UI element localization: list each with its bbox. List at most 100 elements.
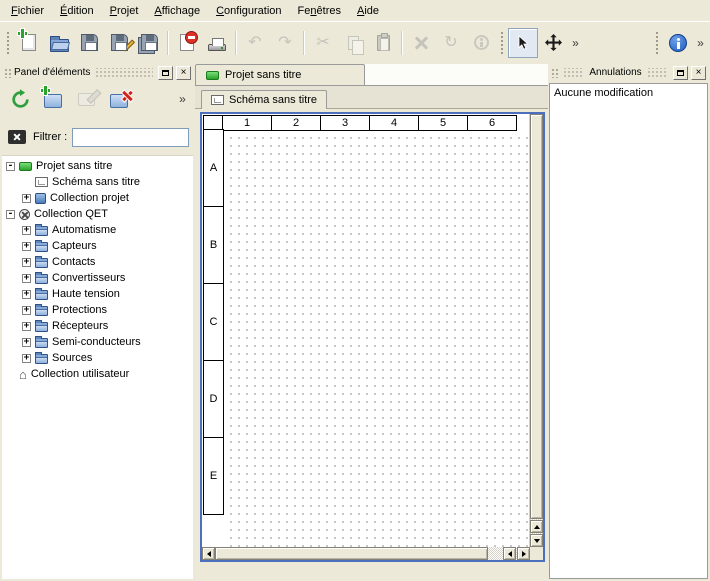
float-panel-button[interactable] (158, 66, 173, 80)
tree-item-semi-conducteurs[interactable]: +Semi-conducteurs (2, 334, 193, 350)
elements-panel-titlebar[interactable]: Panel d'éléments × (2, 64, 193, 81)
delete-element-button[interactable] (104, 84, 134, 114)
toolbar-overflow-button-2[interactable]: » (693, 28, 708, 58)
menu-affichage[interactable]: Affichage (146, 0, 208, 21)
column-header: 1 (222, 115, 272, 131)
row-header: E (203, 437, 224, 515)
toolbar-grip[interactable] (5, 30, 11, 56)
toolbar-overflow-button[interactable]: » (568, 28, 583, 58)
diagram-canvas[interactable]: 1 2 3 4 5 6 A B C D E (202, 114, 530, 547)
close-file-button[interactable] (172, 28, 202, 58)
tree-item-collection-projet[interactable]: +Collection projet (2, 190, 193, 206)
copy-button[interactable] (338, 28, 368, 58)
scroll-right-button[interactable] (517, 547, 530, 560)
tree-expander[interactable]: + (22, 194, 31, 203)
tree-item-convertisseurs[interactable]: + Convertisseurs (2, 270, 193, 286)
panel-toolbar-overflow-button[interactable]: » (175, 84, 190, 114)
element-info-button[interactable] (466, 28, 496, 58)
reload-collections-button[interactable] (5, 84, 35, 114)
tree-item-haute-tension[interactable]: + Haute tension (2, 286, 193, 302)
close-panel-button[interactable]: × (691, 66, 706, 80)
about-button[interactable] (663, 28, 693, 58)
tree-expander[interactable]: - (6, 162, 15, 171)
tree-expander[interactable]: + (22, 306, 31, 315)
tree-item-projet-sans-titre[interactable]: -Projet sans titre (2, 158, 193, 174)
scroll-down-button[interactable] (530, 534, 543, 547)
move-tool-button[interactable] (538, 28, 568, 58)
tree-item-recepteurs[interactable]: + Récepteurs (2, 318, 193, 334)
save-as-icon (111, 34, 128, 51)
scroll-down-icon (534, 539, 540, 543)
tree-item-contacts[interactable]: +Contacts (2, 254, 193, 270)
scroll-left-button[interactable] (202, 547, 215, 560)
undo-panel-titlebar[interactable]: Annulations × (549, 64, 708, 81)
scroll-up-button[interactable] (530, 520, 543, 533)
cut-button[interactable]: ✂ (308, 28, 338, 58)
elements-tree: -Projet sans titre Schéma sans titre +Co… (2, 155, 193, 579)
filter-row: Filtrer : (2, 126, 193, 148)
print-button[interactable] (202, 28, 232, 58)
menu-projet[interactable]: Projet (102, 0, 147, 21)
tree-expander[interactable]: + (22, 322, 31, 331)
save-all-button[interactable] (134, 28, 164, 58)
toolbar-grip[interactable] (654, 30, 660, 56)
tree-item-label: Haute tension (52, 288, 120, 300)
filter-input[interactable] (72, 128, 189, 147)
cursor-arrow-icon (515, 35, 531, 51)
tree-item-capteurs[interactable]: +Capteurs (2, 238, 193, 254)
undo-history-list[interactable]: Aucune modification (549, 83, 708, 579)
edit-element-button[interactable] (71, 84, 101, 114)
menu-label: Fe (298, 5, 311, 17)
menu-fenetres[interactable]: Fenêtres (290, 0, 349, 21)
float-icon (162, 70, 169, 76)
new-file-button[interactable] (14, 28, 44, 58)
tree-expander[interactable]: + (22, 274, 31, 283)
save-as-button[interactable] (104, 28, 134, 58)
tab-projet-sans-titre[interactable]: Projet sans titre (195, 64, 365, 85)
paste-button[interactable] (368, 28, 398, 58)
menu-configuration[interactable]: Configuration (208, 0, 289, 21)
scroll-left-button-2[interactable] (503, 547, 516, 560)
vertical-scrollbar-thumb[interactable] (530, 114, 543, 519)
close-file-icon (180, 34, 194, 51)
delete-button[interactable] (406, 28, 436, 58)
tab-schema-sans-titre[interactable]: Schéma sans titre (201, 90, 327, 109)
tree-item-schema-sans-titre[interactable]: Schéma sans titre (2, 174, 193, 190)
menu-accel: É (60, 5, 67, 17)
horizontal-scrollbar-thumb[interactable] (215, 547, 488, 560)
about-info-icon (669, 34, 687, 52)
tree-expander[interactable]: + (22, 290, 31, 299)
close-panel-button[interactable]: × (176, 66, 191, 80)
tree-item-sources[interactable]: +Sources (2, 350, 193, 366)
vertical-scrollbar[interactable] (530, 114, 543, 547)
horizontal-scrollbar[interactable] (202, 547, 530, 560)
tree-expander[interactable]: + (22, 354, 31, 363)
tree-item-protections[interactable]: +Protections (2, 302, 193, 318)
tree-expander[interactable]: + (22, 338, 31, 347)
clear-filter-button[interactable] (6, 128, 28, 146)
rotate-button[interactable]: ↻ (436, 28, 466, 58)
schema-tabbar: Schéma sans titre (195, 86, 548, 109)
float-panel-button[interactable] (673, 66, 688, 80)
select-tool-button[interactable] (508, 28, 538, 58)
tree-expander[interactable]: + (22, 242, 31, 251)
tree-expander[interactable]: + (22, 258, 31, 267)
menu-edition[interactable]: Édition (52, 0, 102, 21)
tree-expander[interactable]: - (6, 210, 15, 219)
tree-item-collection-qet[interactable]: -Collection QET (2, 206, 193, 222)
tree-item-label: Convertisseurs (52, 272, 125, 284)
redo-button[interactable]: ↷ (270, 28, 300, 58)
diagram-grid[interactable] (224, 131, 529, 547)
tree-item-collection-utilisateur[interactable]: ⌂Collection utilisateur (2, 366, 193, 382)
toolbar-grip[interactable] (499, 30, 505, 56)
tree-item-automatisme[interactable]: +Automatisme (2, 222, 193, 238)
open-file-button[interactable] (44, 28, 74, 58)
menu-aide[interactable]: Aide (349, 0, 387, 21)
tree-expander[interactable]: + (22, 226, 31, 235)
new-element-button[interactable] (38, 84, 68, 114)
schema-tab-label: Schéma sans titre (229, 94, 317, 106)
tree-item-label: Récepteurs (52, 320, 108, 332)
undo-button[interactable]: ↶ (240, 28, 270, 58)
menu-fichier[interactable]: Fichier (3, 0, 52, 21)
save-button[interactable] (74, 28, 104, 58)
